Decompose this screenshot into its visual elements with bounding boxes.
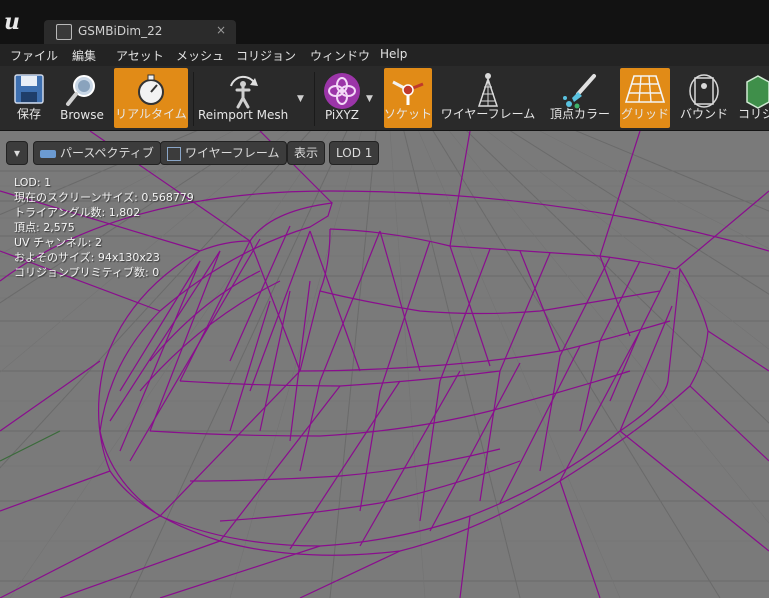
menu-asset[interactable]: アセット	[116, 47, 164, 64]
stat-triangles: トライアングル数: 1,802	[14, 206, 141, 219]
close-tab-icon[interactable]: ×	[216, 23, 226, 37]
perspective-icon	[40, 149, 56, 158]
menu-window[interactable]: ウィンドウ	[310, 47, 370, 64]
socket-label: ソケット	[384, 107, 433, 121]
grid-toggle[interactable]: グリッド	[620, 68, 670, 128]
menu-edit[interactable]: 編集	[72, 47, 96, 64]
realtime-label: リアルタイム	[115, 107, 187, 121]
toolbar-separator	[193, 72, 194, 126]
stat-lod: LOD: 1	[14, 176, 52, 189]
show-button[interactable]: 表示	[287, 141, 326, 165]
browse-button[interactable]: Browse	[56, 68, 108, 128]
pixyz-dropdown-chevron-icon[interactable]: ▼	[366, 94, 373, 104]
menu-help[interactable]: Help	[380, 47, 407, 61]
reimport-mesh-button[interactable]: Reimport Mesh	[198, 68, 288, 128]
collision-label: コリジ	[738, 107, 769, 121]
stat-approx-size: およそのサイズ: 94x130x23	[14, 251, 160, 264]
browse-label: Browse	[60, 108, 104, 122]
view-mode-button[interactable]: ワイヤーフレーム	[160, 141, 287, 165]
save-label: 保存	[16, 107, 41, 121]
lod-button[interactable]: LOD 1	[329, 141, 380, 165]
grid-label: グリッド	[620, 107, 669, 121]
collision-toggle[interactable]: コリジ	[736, 68, 769, 128]
reimport-label: Reimport Mesh	[198, 108, 289, 122]
mesh-stats-overlay: LOD: 1 現在のスクリーンサイズ: 0.568779 トライアングル数: 1…	[14, 175, 194, 280]
unreal-logo-icon: u	[4, 9, 20, 35]
stopwatch-icon	[138, 74, 164, 105]
menu-collision[interactable]: コリジョン	[236, 47, 296, 64]
reimport-icon	[230, 75, 258, 109]
perspective-label: パースペクティブ	[60, 146, 154, 160]
pixyz-icon	[324, 73, 360, 109]
static-mesh-icon	[56, 24, 72, 40]
viewport-options-button[interactable]: ▾	[6, 141, 28, 165]
grid-icon	[624, 75, 666, 103]
view-mode-label: ワイヤーフレーム	[185, 146, 280, 160]
document-tab[interactable]: GSMBiDim_22 ×	[44, 20, 236, 44]
pixyz-button[interactable]: PiXYZ	[318, 68, 366, 128]
stat-vertices: 頂点: 2,575	[14, 221, 75, 234]
title-bar: u GSMBiDim_22 ×	[0, 0, 769, 44]
stat-uv-channels: UV チャンネル: 2	[14, 236, 102, 249]
bounds-label: バウンド	[679, 107, 728, 121]
wireframe-label: ワイヤーフレーム	[440, 107, 536, 121]
toolbar-separator	[314, 72, 315, 126]
magnifier-icon	[66, 75, 95, 106]
save-icon	[14, 74, 44, 104]
wireframe-cube-icon	[167, 146, 181, 161]
menu-mesh[interactable]: メッシュ	[176, 47, 224, 64]
socket-icon	[392, 80, 424, 105]
socket-toggle[interactable]: ソケット	[384, 68, 432, 128]
show-label: 表示	[294, 146, 319, 160]
stat-collision-primitives: コリジョンプリミティブ数: 0	[14, 266, 160, 279]
vertex-color-toggle[interactable]: 頂点カラー	[546, 68, 614, 128]
reimport-dropdown-chevron-icon[interactable]: ▼	[297, 94, 304, 104]
bounds-toggle[interactable]: バウンド	[678, 68, 730, 128]
toolbar: 保存 Browse リアルタイム Reimport Mesh ▼ PiXYZ ▼…	[0, 66, 769, 131]
vertex-color-label: 頂点カラー	[549, 107, 610, 121]
menu-bar: ファイル 編集 アセット メッシュ コリジョン ウィンドウ Help	[0, 44, 769, 66]
wireframe-toggle[interactable]: ワイヤーフレーム	[440, 68, 536, 128]
chevron-down-icon: ▾	[13, 146, 21, 160]
viewport[interactable]: ▾ パースペクティブ ワイヤーフレーム 表示 LOD 1 LOD: 1 現在のス…	[0, 131, 769, 598]
menu-file[interactable]: ファイル	[10, 47, 58, 64]
pixyz-label: PiXYZ	[324, 108, 360, 122]
lod-label: LOD 1	[336, 146, 373, 160]
save-button[interactable]: 保存	[6, 68, 52, 128]
stat-screen-size: 現在のスクリーンサイズ: 0.568779	[14, 191, 194, 204]
tab-title: GSMBiDim_22	[78, 24, 163, 38]
perspective-button[interactable]: パースペクティブ	[33, 141, 161, 165]
realtime-toggle[interactable]: リアルタイム	[114, 68, 188, 128]
